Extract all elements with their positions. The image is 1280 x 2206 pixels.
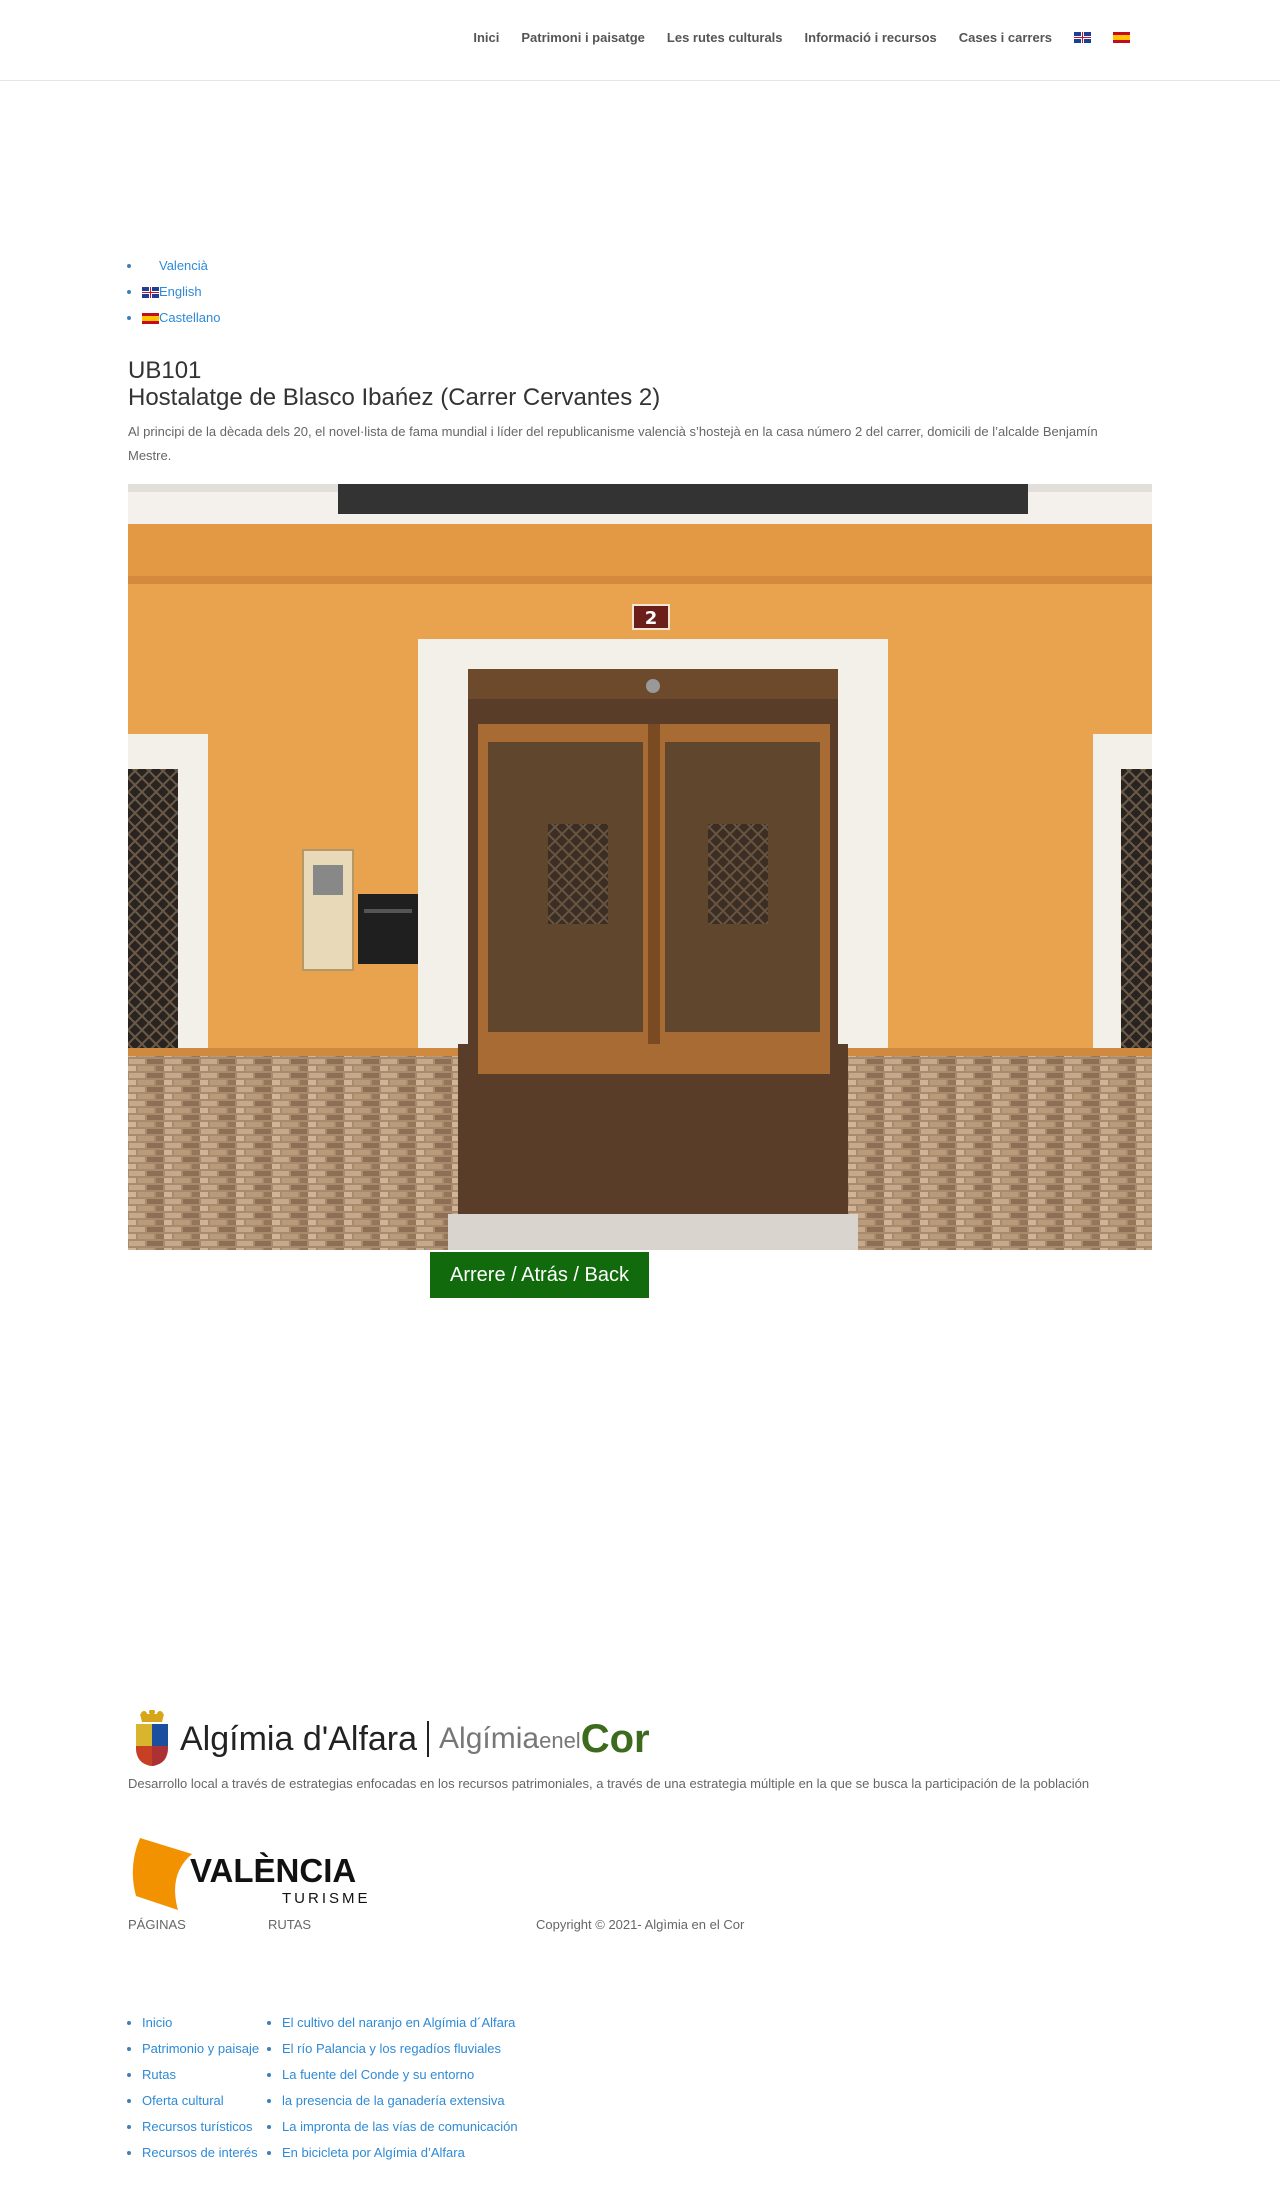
page-description: Al principi de la dècada dels 20, el nov… bbox=[128, 424, 1098, 463]
route-link-ganaderia[interactable]: la presencia de la ganadería extensiva bbox=[282, 2093, 505, 2108]
uk-flag-icon bbox=[142, 287, 159, 299]
language-item: Valencià bbox=[142, 257, 220, 283]
pages-link-recursos-interes[interactable]: Recursos de interés bbox=[142, 2145, 258, 2160]
list-item: Oferta cultural bbox=[142, 2088, 268, 2114]
list-item: El cultivo del naranjo en Algímia d´Alfa… bbox=[282, 2010, 518, 2036]
back-button[interactable]: Arrere / Atrás / Back bbox=[430, 1252, 649, 1298]
nav-item-rutes[interactable]: Les rutes culturals bbox=[667, 30, 783, 45]
language-switcher: Valencià English Castellano bbox=[128, 257, 220, 335]
nav-item-cases[interactable]: Cases i carrers bbox=[959, 30, 1052, 45]
valencia-flag-icon bbox=[142, 261, 159, 272]
coat-of-arms-icon bbox=[136, 1710, 168, 1766]
valencia-turisme-logo: VALÈNCIA TURISME bbox=[132, 1836, 382, 1917]
vt-subtitle: TURISME bbox=[282, 1890, 371, 1907]
route-link-palancia[interactable]: El río Palancia y los regadíos fluviales bbox=[282, 2041, 501, 2056]
spain-flag-icon bbox=[142, 313, 159, 325]
route-link-bicicleta[interactable]: En bicicleta por Algímia d’Alfara bbox=[282, 2145, 465, 2160]
brand-main: Algímia d'Alfara bbox=[180, 1719, 418, 1758]
brand-sub-c: Cor bbox=[580, 1716, 650, 1761]
list-item: la presencia de la ganadería extensiva bbox=[282, 2088, 518, 2114]
list-item: Recursos turísticos bbox=[142, 2114, 268, 2140]
list-item: La impronta de las vías de comunicación bbox=[282, 2114, 518, 2140]
valencia-turisme-mark-icon: VALÈNCIA TURISME bbox=[132, 1838, 371, 1910]
brand-sub-b: enel bbox=[539, 1728, 581, 1753]
svg-text:2: 2 bbox=[645, 608, 658, 629]
page-title: Hostalatge de Blasco Ibańez (Carrer Cerv… bbox=[128, 384, 661, 411]
routes-heading: RUTAS bbox=[268, 1917, 312, 1932]
location-code: UB101 bbox=[128, 357, 202, 384]
brand-separator bbox=[427, 1721, 430, 1757]
top-header: Inici Patrimoni i paisatge Les rutes cul… bbox=[0, 0, 1280, 81]
pages-link-recursos-turisticos[interactable]: Recursos turísticos bbox=[142, 2119, 253, 2134]
pages-link-inicio[interactable]: Inicio bbox=[142, 2015, 172, 2030]
copyright: Copyright © 2021- Algìmia en el Cor bbox=[536, 1917, 745, 1932]
brand-sub-a: Algímia bbox=[439, 1722, 540, 1755]
pages-heading: PÁGINAS bbox=[128, 1917, 186, 1932]
list-item: La fuente del Conde y su entorno bbox=[282, 2062, 518, 2088]
nav-item-patrimoni[interactable]: Patrimoni i paisatge bbox=[521, 30, 645, 45]
pages-menu: Inicio Patrimonio y paisaje Rutas Oferta… bbox=[128, 2010, 268, 2166]
pages-link-oferta[interactable]: Oferta cultural bbox=[142, 2093, 224, 2108]
house-facade-photo: 2 bbox=[128, 484, 1152, 1250]
nav-item-inici[interactable]: Inici bbox=[473, 30, 499, 45]
language-link-valencia[interactable]: Valencià bbox=[159, 258, 208, 273]
list-item: Patrimonio y paisaje bbox=[142, 2036, 268, 2062]
route-link-vias[interactable]: La impronta de las vías de comunicación bbox=[282, 2119, 518, 2134]
language-item: English bbox=[142, 283, 220, 309]
pages-link-patrimonio[interactable]: Patrimonio y paisaje bbox=[142, 2041, 259, 2056]
language-link-english[interactable]: English bbox=[159, 284, 202, 299]
language-link-castellano[interactable]: Castellano bbox=[159, 310, 220, 325]
uk-flag-icon[interactable] bbox=[1074, 32, 1091, 43]
footer-brand: Algímia d'Alfara Algímia enel Cor bbox=[134, 1710, 650, 1768]
pages-link-rutas[interactable]: Rutas bbox=[142, 2067, 176, 2082]
nav-item-informacio[interactable]: Informació i recursos bbox=[805, 30, 937, 45]
facade-illustration: 2 bbox=[128, 484, 1152, 1250]
list-item: Rutas bbox=[142, 2062, 268, 2088]
footer-description: Desarrollo local a través de estrategias… bbox=[128, 1776, 1090, 1791]
main-nav: Inici Patrimoni i paisatge Les rutes cul… bbox=[473, 30, 1130, 45]
routes-menu: El cultivo del naranjo en Algímia d´Alfa… bbox=[268, 2010, 518, 2166]
vt-title: VALÈNCIA bbox=[190, 1852, 356, 1889]
route-link-naranjo[interactable]: El cultivo del naranjo en Algímia d´Alfa… bbox=[282, 2015, 515, 2030]
language-item: Castellano bbox=[142, 309, 220, 335]
list-item: En bicicleta por Algímia d’Alfara bbox=[282, 2140, 518, 2166]
list-item: El río Palancia y los regadíos fluviales bbox=[282, 2036, 518, 2062]
route-link-fuente[interactable]: La fuente del Conde y su entorno bbox=[282, 2067, 474, 2082]
spain-flag-icon[interactable] bbox=[1113, 32, 1130, 43]
list-item: Inicio bbox=[142, 2010, 268, 2036]
list-item: Recursos de interés bbox=[142, 2140, 268, 2166]
